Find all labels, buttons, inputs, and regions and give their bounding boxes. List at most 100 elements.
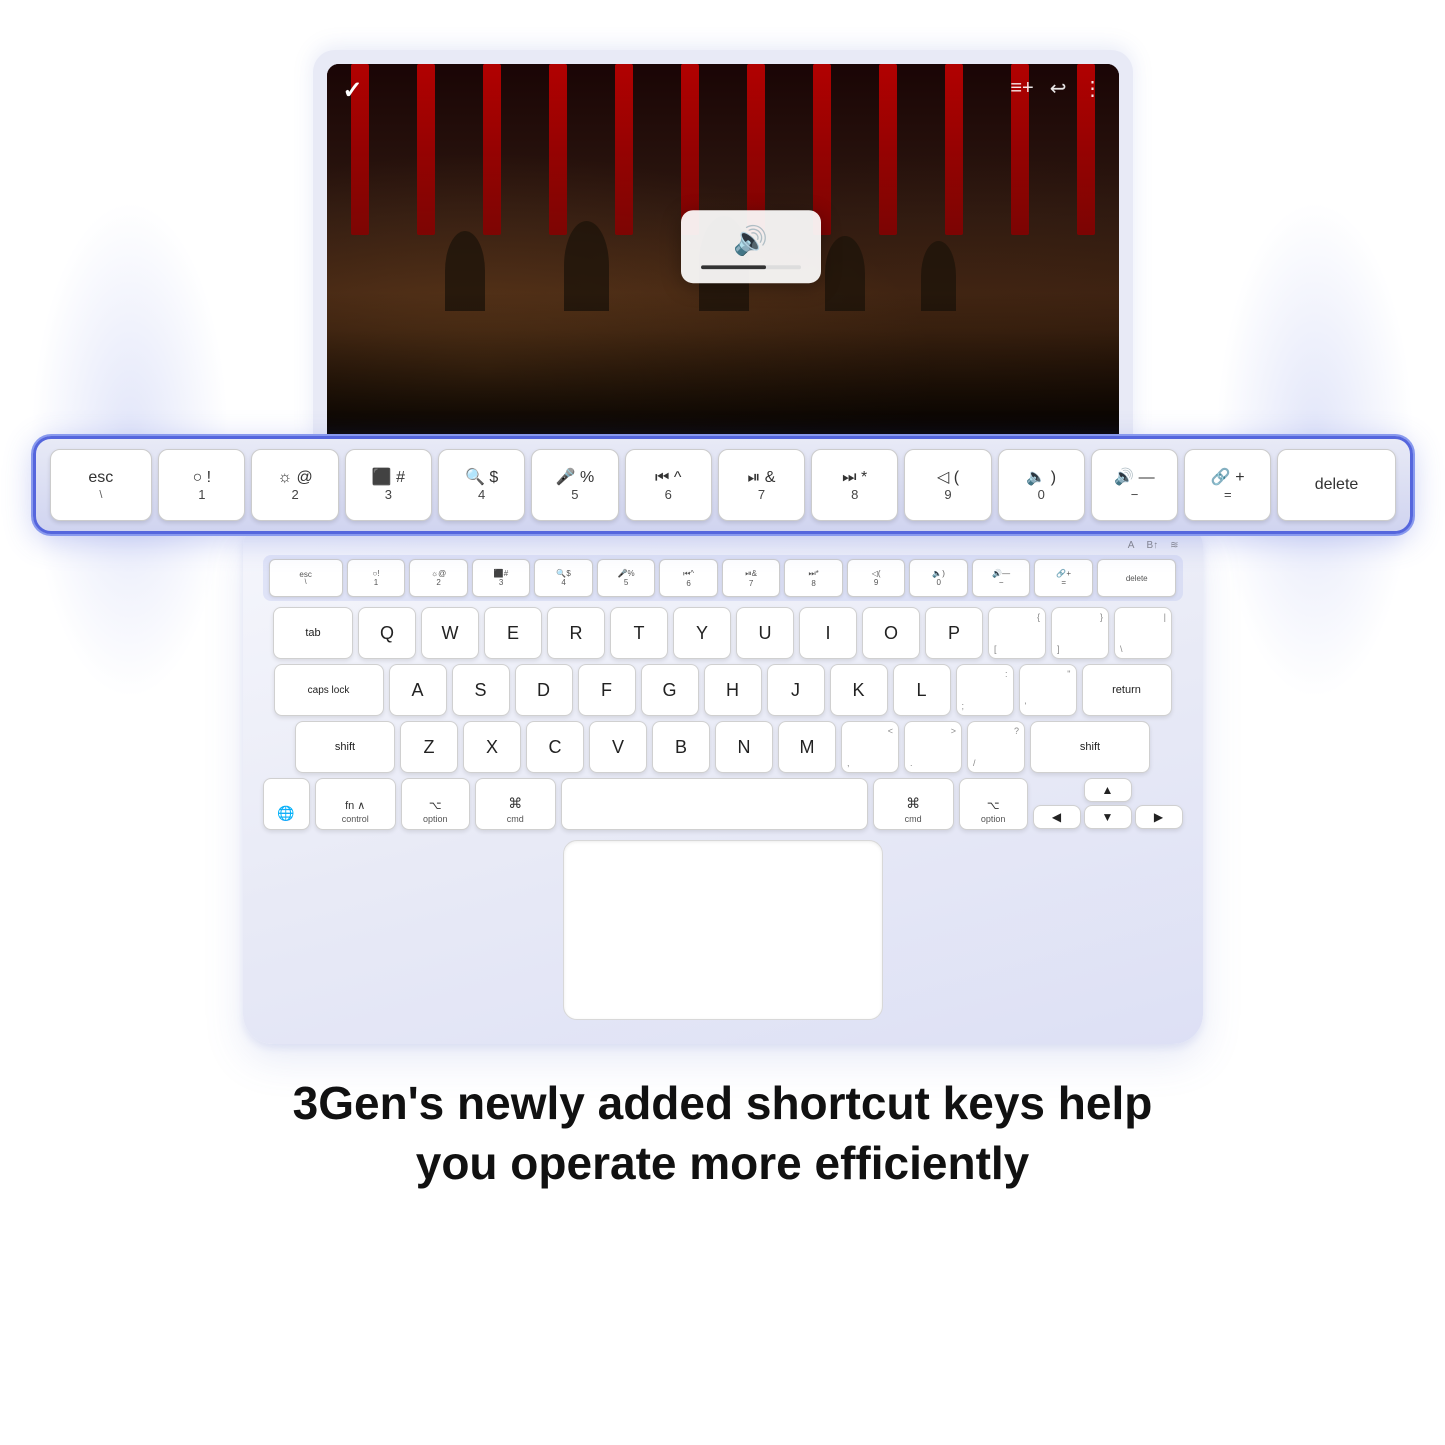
fn-0-small[interactable]: 🔈) 0: [909, 559, 968, 597]
fn-equals-number: =: [1224, 487, 1232, 502]
fn-globe-key[interactable]: 🌐: [263, 778, 310, 830]
fn-8-small[interactable]: ⏭* 8: [784, 559, 843, 597]
k-key[interactable]: K: [830, 664, 888, 716]
esc-symbol: esc: [88, 468, 113, 487]
r-key[interactable]: R: [547, 607, 605, 659]
i-key[interactable]: I: [799, 607, 857, 659]
fn-key-3-large[interactable]: ⬛ # 3: [345, 449, 432, 521]
option-left-key[interactable]: ⌥ option: [401, 778, 470, 830]
s-key[interactable]: S: [452, 664, 510, 716]
fn-minus-small[interactable]: 🔊— −: [972, 559, 1031, 597]
arrow-right-key[interactable]: ▶: [1135, 805, 1183, 829]
fn-esc-small[interactable]: esc \: [269, 559, 343, 597]
j-key[interactable]: J: [767, 664, 825, 716]
w-key[interactable]: W: [421, 607, 479, 659]
fn-key-4-large[interactable]: 🔍 $ 4: [438, 449, 525, 521]
option-right-symbol: ⌥: [987, 799, 1000, 812]
return-key[interactable]: return: [1082, 664, 1172, 716]
fn-key-equals-large[interactable]: 🔗 + =: [1184, 449, 1271, 521]
z-key[interactable]: Z: [400, 721, 458, 773]
playlist-add-icon[interactable]: ≡+: [1010, 77, 1033, 100]
fn2-top-symbol: ☼ @: [277, 468, 312, 487]
fn-key-1-large[interactable]: ○ ! 1: [158, 449, 245, 521]
delete-key-large[interactable]: delete: [1277, 449, 1395, 521]
o-key[interactable]: O: [862, 607, 920, 659]
slash-key[interactable]: ? /: [967, 721, 1025, 773]
globe-icon: 🌐: [277, 805, 294, 822]
fn-symbol: fn ∧: [345, 799, 365, 812]
fn1-number: 1: [198, 487, 205, 502]
fn-2-small[interactable]: ☼@ 2: [409, 559, 468, 597]
fn-key-5-large[interactable]: 🎤 % 5: [531, 449, 618, 521]
fn-key-8-large[interactable]: ⏭ * 8: [811, 449, 898, 521]
y-key[interactable]: Y: [673, 607, 731, 659]
fn-delete-small[interactable]: delete: [1097, 559, 1177, 597]
stage-pillar: [483, 64, 501, 235]
caps-lock-key[interactable]: caps lock: [274, 664, 384, 716]
fn-key-7-large[interactable]: ⏯ & 7: [718, 449, 805, 521]
g-key[interactable]: G: [641, 664, 699, 716]
control-label: control: [342, 814, 369, 824]
caption-line1: 3Gen's newly added shortcut keys help: [293, 1074, 1153, 1134]
fn3-top-symbol: ⬛ #: [372, 468, 405, 487]
t-key[interactable]: T: [610, 607, 668, 659]
comma-key[interactable]: < ,: [841, 721, 899, 773]
fn-key-9-large[interactable]: ◁ ( 9: [904, 449, 991, 521]
f-key[interactable]: F: [578, 664, 636, 716]
c-key[interactable]: C: [526, 721, 584, 773]
fn-9-small[interactable]: ◁( 9: [847, 559, 906, 597]
fn-key-0-large[interactable]: 🔈 ) 0: [998, 449, 1085, 521]
more-options-icon[interactable]: ⋮: [1083, 76, 1103, 101]
brightness-status-icon: A: [1128, 540, 1135, 551]
arrow-key-cluster: ▲ ◀ ▼ ▶: [1033, 778, 1183, 830]
e-key[interactable]: E: [484, 607, 542, 659]
d-key[interactable]: D: [515, 664, 573, 716]
u-key[interactable]: U: [736, 607, 794, 659]
quote-key[interactable]: " ': [1019, 664, 1077, 716]
fn5-number: 5: [571, 487, 578, 502]
fn-equals-small[interactable]: 🔗+ =: [1034, 559, 1093, 597]
v-key[interactable]: V: [589, 721, 647, 773]
share-icon[interactable]: ↩: [1050, 76, 1067, 101]
fn-key-2-large[interactable]: ☼ @ 2: [251, 449, 338, 521]
esc-key-large[interactable]: esc \: [50, 449, 153, 521]
stage-pillar: [945, 64, 963, 235]
fn-control-key[interactable]: fn ∧ control: [315, 778, 396, 830]
m-key[interactable]: M: [778, 721, 836, 773]
b-key[interactable]: B: [652, 721, 710, 773]
arrow-up-key[interactable]: ▲: [1084, 778, 1132, 802]
spacebar[interactable]: [561, 778, 868, 830]
fn9-number: 9: [944, 487, 951, 502]
bracket-right-key[interactable]: } ]: [1051, 607, 1109, 659]
arrow-down-key[interactable]: ▼: [1084, 805, 1132, 829]
fn-6-small[interactable]: ⏮^ 6: [659, 559, 718, 597]
cmd-right-key[interactable]: ⌘ cmd: [873, 778, 954, 830]
fn-3-small[interactable]: ⬛# 3: [472, 559, 531, 597]
cmd-left-key[interactable]: ⌘ cmd: [475, 778, 556, 830]
option-right-key[interactable]: ⌥ option: [959, 778, 1028, 830]
fn-4-small[interactable]: 🔍$ 4: [534, 559, 593, 597]
tab-key[interactable]: tab: [273, 607, 353, 659]
q-key[interactable]: Q: [358, 607, 416, 659]
l-key[interactable]: L: [893, 664, 951, 716]
caps-lock-label: caps lock: [308, 685, 350, 696]
shift-right-key[interactable]: shift: [1030, 721, 1150, 773]
n-key[interactable]: N: [715, 721, 773, 773]
p-key[interactable]: P: [925, 607, 983, 659]
period-key[interactable]: > .: [904, 721, 962, 773]
bracket-left-key[interactable]: { [: [988, 607, 1046, 659]
arrow-left-key[interactable]: ◀: [1033, 805, 1081, 829]
backslash-key[interactable]: | \: [1114, 607, 1172, 659]
trackpad[interactable]: [563, 840, 883, 1020]
fn-7-small[interactable]: ⏯& 7: [722, 559, 781, 597]
semicolon-key[interactable]: : ;: [956, 664, 1014, 716]
fn-key-minus-large[interactable]: 🔊 — −: [1091, 449, 1178, 521]
x-key[interactable]: X: [463, 721, 521, 773]
fn-1-small[interactable]: ○! 1: [347, 559, 406, 597]
fn7-top-symbol: ⏯ &: [747, 468, 775, 487]
h-key[interactable]: H: [704, 664, 762, 716]
fn-key-6-large[interactable]: ⏮ ^ 6: [625, 449, 712, 521]
fn-5-small[interactable]: 🎤% 5: [597, 559, 656, 597]
a-key[interactable]: A: [389, 664, 447, 716]
shift-left-key[interactable]: shift: [295, 721, 395, 773]
